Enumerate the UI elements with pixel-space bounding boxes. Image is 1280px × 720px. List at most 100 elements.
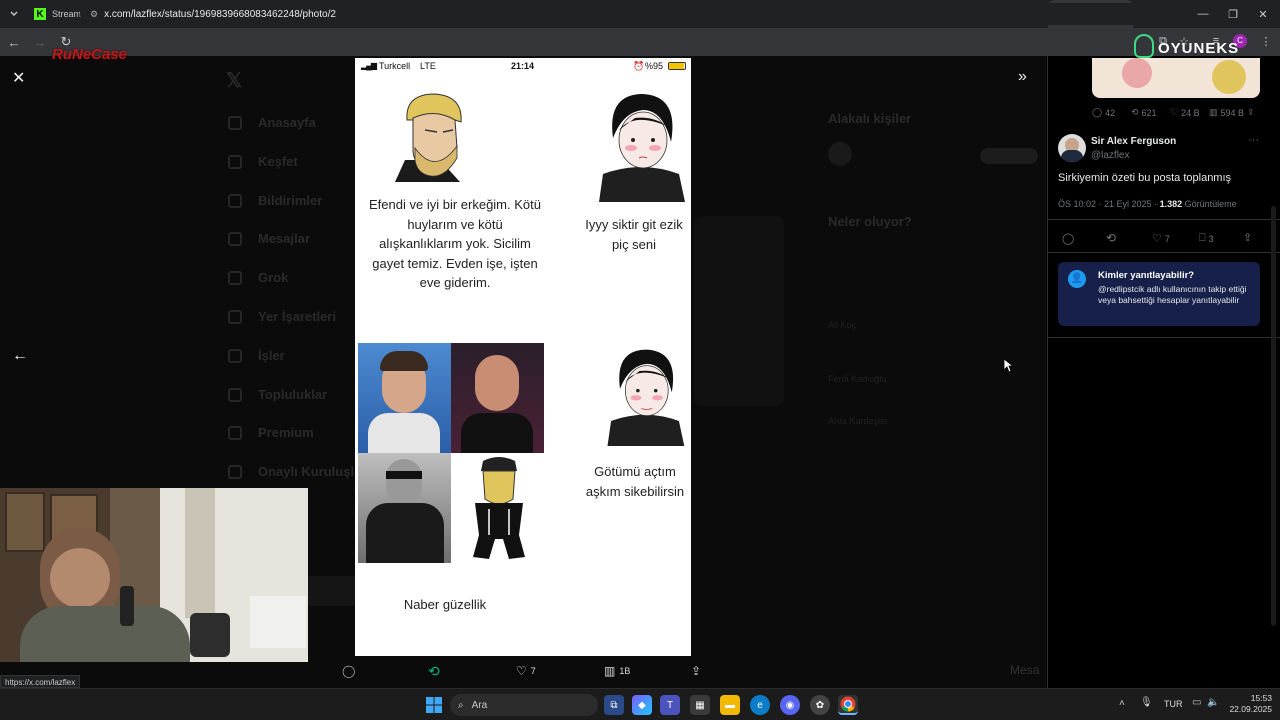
browser-menu-icon[interactable]: ⋮ — [1258, 33, 1274, 49]
microphone-icon[interactable]: 🎙 — [1140, 697, 1153, 708]
taskbar-search[interactable]: ⌕ Ara — [450, 694, 598, 716]
top-retweet-stat[interactable]: ⟲ 621 — [1131, 107, 1157, 118]
heart-icon: ♡ — [1170, 107, 1179, 117]
reply-restriction-box: 👤 Kimler yanıtlayabilir? @redlipstcik ad… — [1058, 262, 1260, 326]
views-button[interactable]: ▥ 1B — [604, 664, 630, 678]
sidebar-nav-item[interactable]: Yer İşaretleri — [258, 309, 336, 324]
reply-icon[interactable]: ◯ — [342, 664, 355, 678]
retweet-icon: ⟲ — [1106, 231, 1117, 245]
follow-button[interactable] — [980, 148, 1038, 164]
trend-item[interactable]: Ferdi Kadıoğlu — [828, 374, 887, 384]
tweet-meta: ÖS 10:02 · 21 Eyl 2025 · 1.382 Görüntüle… — [1058, 199, 1237, 209]
back-button[interactable]: ← — [2, 30, 26, 54]
site-info-icon[interactable]: ⚙ — [90, 9, 98, 20]
author-avatar[interactable] — [1058, 134, 1086, 162]
sidebar-nav-icon — [228, 387, 242, 402]
dimmed-media-card — [694, 216, 784, 406]
like-count: 7 — [1164, 233, 1170, 244]
reply-button[interactable]: ◯ — [1062, 232, 1074, 245]
top-reply-stat[interactable]: ◯ 42 — [1092, 107, 1115, 118]
sidebar-nav-item[interactable]: Mesajlar — [258, 231, 310, 246]
divider — [1048, 337, 1280, 338]
like-button[interactable]: ♡ 7 — [516, 664, 536, 678]
network-icon[interactable]: ▭ — [1192, 697, 1201, 708]
author-handle[interactable]: @lazflex — [1091, 150, 1130, 161]
file-explorer-icon[interactable]: ▬ — [720, 695, 740, 715]
bottom-caption: Naber güzellik — [403, 597, 487, 612]
top-views-stat[interactable]: ▥ 594 B ⇪ — [1209, 107, 1255, 118]
clock[interactable]: 15:53 22.09.2025 — [1228, 693, 1272, 715]
share-button[interactable]: ⇪ — [1243, 231, 1252, 244]
messages-hint[interactable]: Mesa — [1010, 663, 1039, 677]
windows-start-icon[interactable] — [424, 695, 444, 715]
clock-time: 15:53 — [1250, 693, 1272, 703]
tweet-detail-panel: ◯ 42 ⟲ 621 ♡ 24 B ▥ 594 B ⇪ Sir Alex Ferguson… — [1047, 56, 1280, 688]
share-icon[interactable]: ⇪ — [1247, 107, 1255, 118]
oyuneks-logo: OYUNEKS — [1134, 34, 1254, 64]
views-count: 1B — [619, 666, 631, 676]
previous-photo-icon[interactable]: ← — [12, 347, 28, 365]
battery-icon — [668, 62, 686, 70]
girl-meme-image-bottom — [607, 349, 685, 446]
clock-date: 22.09.2025 — [1229, 704, 1272, 714]
divider — [1048, 252, 1280, 253]
volume-icon[interactable]: 🔈 — [1207, 697, 1219, 708]
url-input[interactable]: ⚙ x.com/lazflex/status/19698396680834622… — [80, 3, 1190, 25]
collage-doomer-image — [473, 457, 525, 559]
like-button[interactable]: ♡ 7 — [1152, 232, 1170, 245]
url-text: x.com/lazflex/status/1969839668083462248… — [104, 8, 336, 20]
chad-text: Efendi ve iyi bir erkeğim. Kötü huylarım… — [369, 197, 541, 290]
battery-percent: %95 — [645, 61, 664, 71]
link-status-bubble: https://x.com/lazflex — [0, 675, 81, 688]
store-icon[interactable]: ▦ — [690, 695, 710, 715]
panel-scrollbar[interactable] — [1271, 206, 1276, 626]
sidebar-nav-item[interactable]: Topluluklar — [258, 387, 327, 402]
share-icon[interactable]: ⇪ — [691, 664, 701, 678]
trend-item[interactable]: Arda Kardeşler — [828, 416, 888, 426]
close-window-button[interactable]: ✕ — [1248, 0, 1278, 28]
retweet-icon: ⟲ — [1131, 107, 1139, 117]
tweet-views-number: 1.382 — [1159, 199, 1183, 209]
runecase-logo: RuNeCase — [52, 46, 128, 63]
discord-icon[interactable]: ◉ — [780, 695, 800, 715]
reply-icon: ◯ — [1092, 107, 1103, 117]
sidebar-nav-item[interactable]: Anasayfa — [258, 115, 316, 130]
tweet-views-label: Görüntüleme — [1182, 199, 1237, 209]
sidebar-nav-item[interactable]: Premium — [258, 425, 314, 440]
edge-icon[interactable]: e — [750, 695, 770, 715]
task-view-icon[interactable]: ⧉ — [604, 695, 624, 715]
tray-chevron-icon[interactable]: ˄ — [1119, 698, 1125, 709]
sidebar-nav-item[interactable]: Grok — [258, 270, 288, 285]
close-viewer-icon[interactable]: ✕ — [12, 68, 25, 88]
copilot-icon[interactable]: ◆ — [632, 695, 652, 715]
sidebar-nav-item[interactable]: Bildirimler — [258, 193, 322, 208]
tweet-time[interactable]: ÖS 10:02 · 21 Eyl 2025 · — [1058, 199, 1160, 209]
sidebar-nav-item[interactable]: İşler — [258, 348, 285, 363]
more-options-icon[interactable]: ··· — [1248, 134, 1259, 146]
retweet-button[interactable]: ⟲ — [1106, 231, 1116, 245]
minimize-button[interactable]: — — [1188, 0, 1218, 28]
language-indicator[interactable]: TUR — [1164, 699, 1183, 709]
girl-reply-1: Iyyy siktir git ezik piç seni — [585, 217, 683, 252]
carrier-label: Turkcell — [379, 61, 411, 71]
retweet-icon[interactable]: ⟲ — [428, 663, 440, 680]
bookmark-button[interactable]: ⎕ 3 — [1199, 232, 1214, 245]
reply-icon: ◯ — [1062, 233, 1075, 245]
bookmark-count: 3 — [1208, 233, 1214, 244]
expand-panel-icon[interactable]: » — [1018, 68, 1027, 86]
tab-search-button[interactable] — [0, 0, 28, 28]
oyuneks-text: OYUNEKS — [1158, 40, 1240, 57]
heart-icon: ♡ — [1152, 233, 1162, 245]
previous-tweet-media[interactable] — [1092, 58, 1260, 98]
sidebar-nav-item[interactable]: Onaylı Kuruluşlar — [258, 464, 366, 479]
author-name[interactable]: Sir Alex Ferguson — [1091, 136, 1176, 147]
top-like-stat[interactable]: ♡ 24 B — [1170, 107, 1200, 118]
maximize-button[interactable]: ❐ — [1218, 0, 1248, 28]
forward-button[interactable]: → — [28, 30, 52, 54]
app-icon[interactable]: ✿ — [810, 695, 830, 715]
x-logo-icon: 𝕏 — [226, 70, 243, 92]
sidebar-nav-item[interactable]: Keşfet — [258, 154, 298, 169]
chrome-icon[interactable] — [838, 695, 858, 715]
trend-item[interactable]: Ali Koç — [828, 320, 856, 330]
teams-icon[interactable]: T — [660, 695, 680, 715]
